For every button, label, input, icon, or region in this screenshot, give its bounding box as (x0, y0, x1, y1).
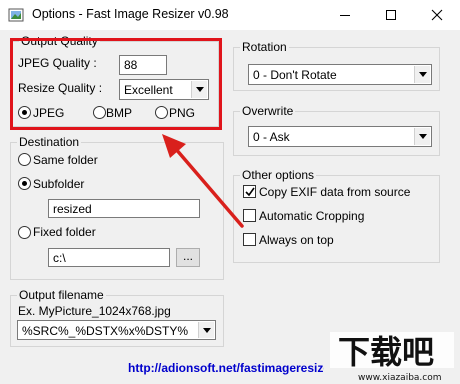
filename-pattern-select[interactable]: %SRC%_%DSTX%x%DSTY% (17, 320, 216, 340)
chevron-down-icon (198, 322, 214, 338)
chevron-down-icon (414, 66, 430, 83)
copy-exif-label: Copy EXIF data from source (259, 185, 411, 199)
subfolder-label: Subfolder (33, 177, 85, 191)
overwrite-value: 0 - Ask (253, 130, 290, 144)
watermark-logo: 下载吧 www.xiazaiba.com (324, 322, 460, 384)
maximize-icon (386, 10, 396, 20)
website-link[interactable]: http://adionsoft.net/fastimageresizer (128, 361, 324, 375)
filename-pattern-value: %SRC%_%DSTX%x%DSTY% (22, 324, 189, 338)
rotation-value: 0 - Don't Rotate (253, 68, 337, 82)
overwrite-legend: Overwrite (240, 104, 296, 118)
same-folder-radio[interactable] (18, 153, 31, 166)
highlight-box (10, 38, 222, 130)
window-title: Options - Fast Image Resizer v0.98 (32, 7, 229, 21)
maximize-button[interactable] (368, 0, 414, 30)
auto-crop-label: Automatic Cropping (259, 209, 365, 223)
destination-legend: Destination (17, 135, 82, 149)
chevron-down-icon (414, 128, 430, 145)
close-icon (431, 9, 443, 21)
svg-text:www.xiazaiba.com: www.xiazaiba.com (358, 373, 442, 383)
minimize-icon (340, 15, 350, 16)
title-bar: Options - Fast Image Resizer v0.98 (0, 0, 460, 30)
rotation-legend: Rotation (240, 40, 289, 54)
svg-text:下载吧: 下载吧 (338, 333, 434, 371)
browse-button[interactable]: ... (176, 248, 200, 267)
rotation-select[interactable]: 0 - Don't Rotate (248, 64, 432, 85)
fixed-folder-radio[interactable] (18, 226, 31, 239)
app-icon (8, 8, 24, 22)
overwrite-select[interactable]: 0 - Ask (248, 126, 432, 147)
output-filename-legend: Output filename (17, 288, 106, 302)
minimize-button[interactable] (322, 0, 368, 30)
always-on-top-label: Always on top (259, 233, 334, 247)
other-options-legend: Other options (240, 168, 317, 182)
fixed-folder-label: Fixed folder (33, 225, 96, 239)
subfolder-radio[interactable] (18, 177, 31, 190)
close-button[interactable] (414, 0, 460, 30)
same-folder-label: Same folder (33, 153, 98, 167)
fixed-folder-input[interactable]: c:\ (48, 248, 170, 267)
filename-example: Ex. MyPicture_1024x768.jpg (18, 304, 171, 318)
annotation-arrow-icon (162, 134, 244, 228)
